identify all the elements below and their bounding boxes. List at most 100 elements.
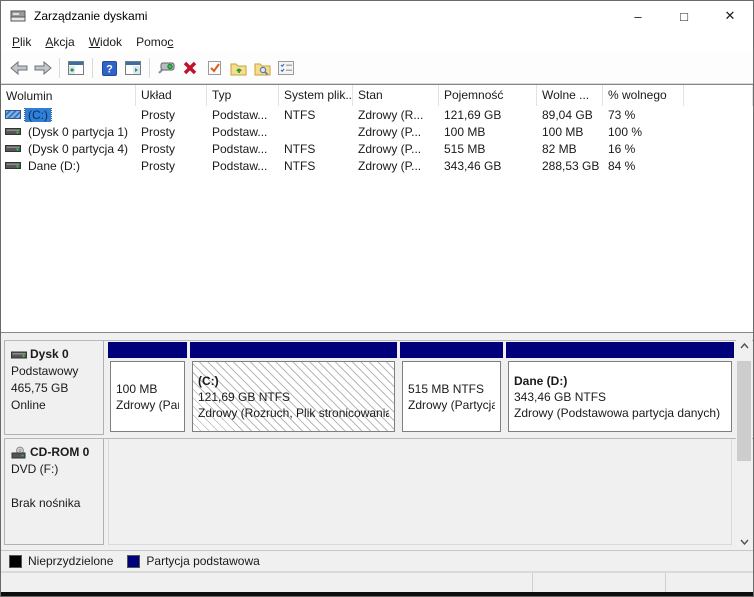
table-row[interactable]: Dane (D:) Prosty Podstaw... NTFS Zdrowy … [1,157,753,174]
disk-name: Dysk 0 [30,347,69,361]
close-button[interactable]: ✕ [707,1,753,31]
partition-size: 121,69 GB NTFS [198,389,291,404]
column-header-wolne[interactable]: Wolne ... [537,85,603,106]
volume-free: 288,53 GB [542,158,600,173]
partition-block-dane[interactable]: Dane (D:) 343,46 GB NTFS Zdrowy (Podstaw… [506,342,734,434]
toolbar: ? [1,53,753,84]
disk-management-window: Zarządzanie dyskami – □ ✕ Plik Akcja Wid… [0,0,754,597]
help-icon[interactable]: ? [97,56,121,80]
toolbar-separator [92,58,93,78]
partition-size: 100 MB [116,381,158,396]
volume-layout: Prosty [141,124,176,139]
title-bar: Zarządzanie dyskami – □ ✕ [1,1,753,31]
properties-icon[interactable] [274,56,298,80]
table-row[interactable]: (C:) Prosty Podstaw... NTFS Zdrowy (R...… [1,106,753,123]
cdrom-empty-region[interactable] [108,439,732,545]
partition-size: 343,46 GB NTFS [514,389,607,404]
status-cell [666,573,753,592]
column-header-uklad[interactable]: Układ [136,85,207,106]
menu-widok[interactable]: Widok [82,33,129,51]
explore-icon[interactable] [250,56,274,80]
show-console-tree-icon[interactable] [64,56,88,80]
menu-pomoc[interactable]: Pomoc [129,33,180,51]
volume-type: Podstaw... [212,158,268,173]
column-header-pojemnosc[interactable]: Pojemność [439,85,537,106]
partition-status: Zdrowy (Rozruch, Plik stronicowania [198,405,389,420]
mark-partition-icon[interactable] [202,56,226,80]
volume-type: Podstaw... [212,124,268,139]
volume-pct-free: 84 % [608,158,636,173]
volume-layout: Prosty [141,158,176,173]
volume-free: 82 MB [542,141,577,156]
toolbar-separator [149,58,150,78]
column-header-system-plikow[interactable]: System plik... [279,85,353,106]
volume-pct-free: 73 % [608,107,636,122]
volume-layout: Prosty [141,107,176,122]
volume-type: Podstaw... [212,141,268,156]
table-row[interactable]: (Dysk 0 partycja 4) Prosty Podstaw... NT… [1,140,753,157]
volume-status: Zdrowy (P... [358,158,422,173]
maximize-button[interactable]: □ [661,1,707,31]
volume-name: (C:) [24,107,52,122]
cdrom-drive-letter: DVD (F:) [11,462,59,476]
column-header-stan[interactable]: Stan [353,85,439,106]
cdrom-name: CD-ROM 0 [30,445,90,459]
column-header-typ[interactable]: Typ [207,85,279,106]
toolbar-separator [59,58,60,78]
volume-capacity: 515 MB [444,141,486,156]
back-icon[interactable] [7,56,31,80]
rescan-disks-icon[interactable] [154,56,178,80]
menu-akcja[interactable]: Akcja [38,33,81,51]
partition-block-c[interactable]: (C:) 121,69 GB NTFS Zdrowy (Rozruch, Pli… [190,342,397,434]
volume-capacity: 343,46 GB [444,158,502,173]
disk-type: Podstawowy [11,364,79,378]
partition-block-system[interactable]: 100 MB Zdrowy (Par [108,342,187,434]
partition-status: Zdrowy (Partycja ( [408,397,495,412]
scroll-up-icon[interactable] [736,337,752,354]
graphical-view-pane: Dysk 0 Podstawowy 465,75 GB Online 100 M… [1,337,753,550]
legend-primary-partition-label: Partycja podstawowa [146,554,260,568]
disk-icon [11,350,27,360]
vertical-scrollbar[interactable] [736,337,752,550]
volume-status: Zdrowy (P... [358,124,422,139]
show-action-pane-icon[interactable] [121,56,145,80]
screen-edge-strip [1,592,753,596]
menu-plik[interactable]: Plik [5,33,38,51]
cdrom-row: CD-ROM 0 DVD (F:) Brak nośnika [4,438,753,545]
partition-size: 515 MB NTFS [408,381,485,396]
status-bar [1,571,753,592]
volume-capacity: 100 MB [444,124,486,139]
scroll-down-icon[interactable] [736,533,752,550]
scrollbar-thumb[interactable] [737,361,751,461]
volume-icon [5,143,21,154]
minimize-button[interactable]: – [615,1,661,31]
volume-list-header: Wolumin Układ Typ System plik... Stan Po… [1,85,753,106]
volume-pct-free: 100 % [608,124,643,139]
disk0-panel[interactable]: Dysk 0 Podstawowy 465,75 GB Online [4,341,104,435]
volume-fs: NTFS [284,158,316,173]
volume-status: Zdrowy (P... [358,141,422,156]
forward-icon[interactable] [31,56,55,80]
open-icon[interactable] [226,56,250,80]
partition-name: Dane (D:) [514,373,568,388]
table-row[interactable]: (Dysk 0 partycja 1) Prosty Podstaw... Zd… [1,123,753,140]
volume-layout: Prosty [141,141,176,156]
app-icon [10,8,26,24]
legend-unallocated-swatch [9,554,22,568]
partition-color-bar [108,342,187,358]
delete-volume-icon[interactable] [178,56,202,80]
window-title: Zarządzanie dyskami [34,9,148,23]
column-header-wolumin[interactable]: Wolumin [1,85,136,106]
svg-text:?: ? [106,63,113,75]
column-header-pct-wolnego[interactable]: % wolnego [603,85,684,106]
volume-free: 89,04 GB [542,107,593,122]
volume-name: (Dysk 0 partycja 4) [28,141,129,156]
volume-free: 100 MB [542,124,584,139]
cdrom-panel[interactable]: CD-ROM 0 DVD (F:) Brak nośnika [4,439,104,545]
volume-icon [5,160,21,171]
partition-block-recovery[interactable]: 515 MB NTFS Zdrowy (Partycja ( [400,342,503,434]
volume-list-pane: Wolumin Układ Typ System plik... Stan Po… [1,84,753,333]
volume-capacity: 121,69 GB [444,107,502,122]
status-cell [1,573,533,592]
volume-icon [5,126,21,137]
